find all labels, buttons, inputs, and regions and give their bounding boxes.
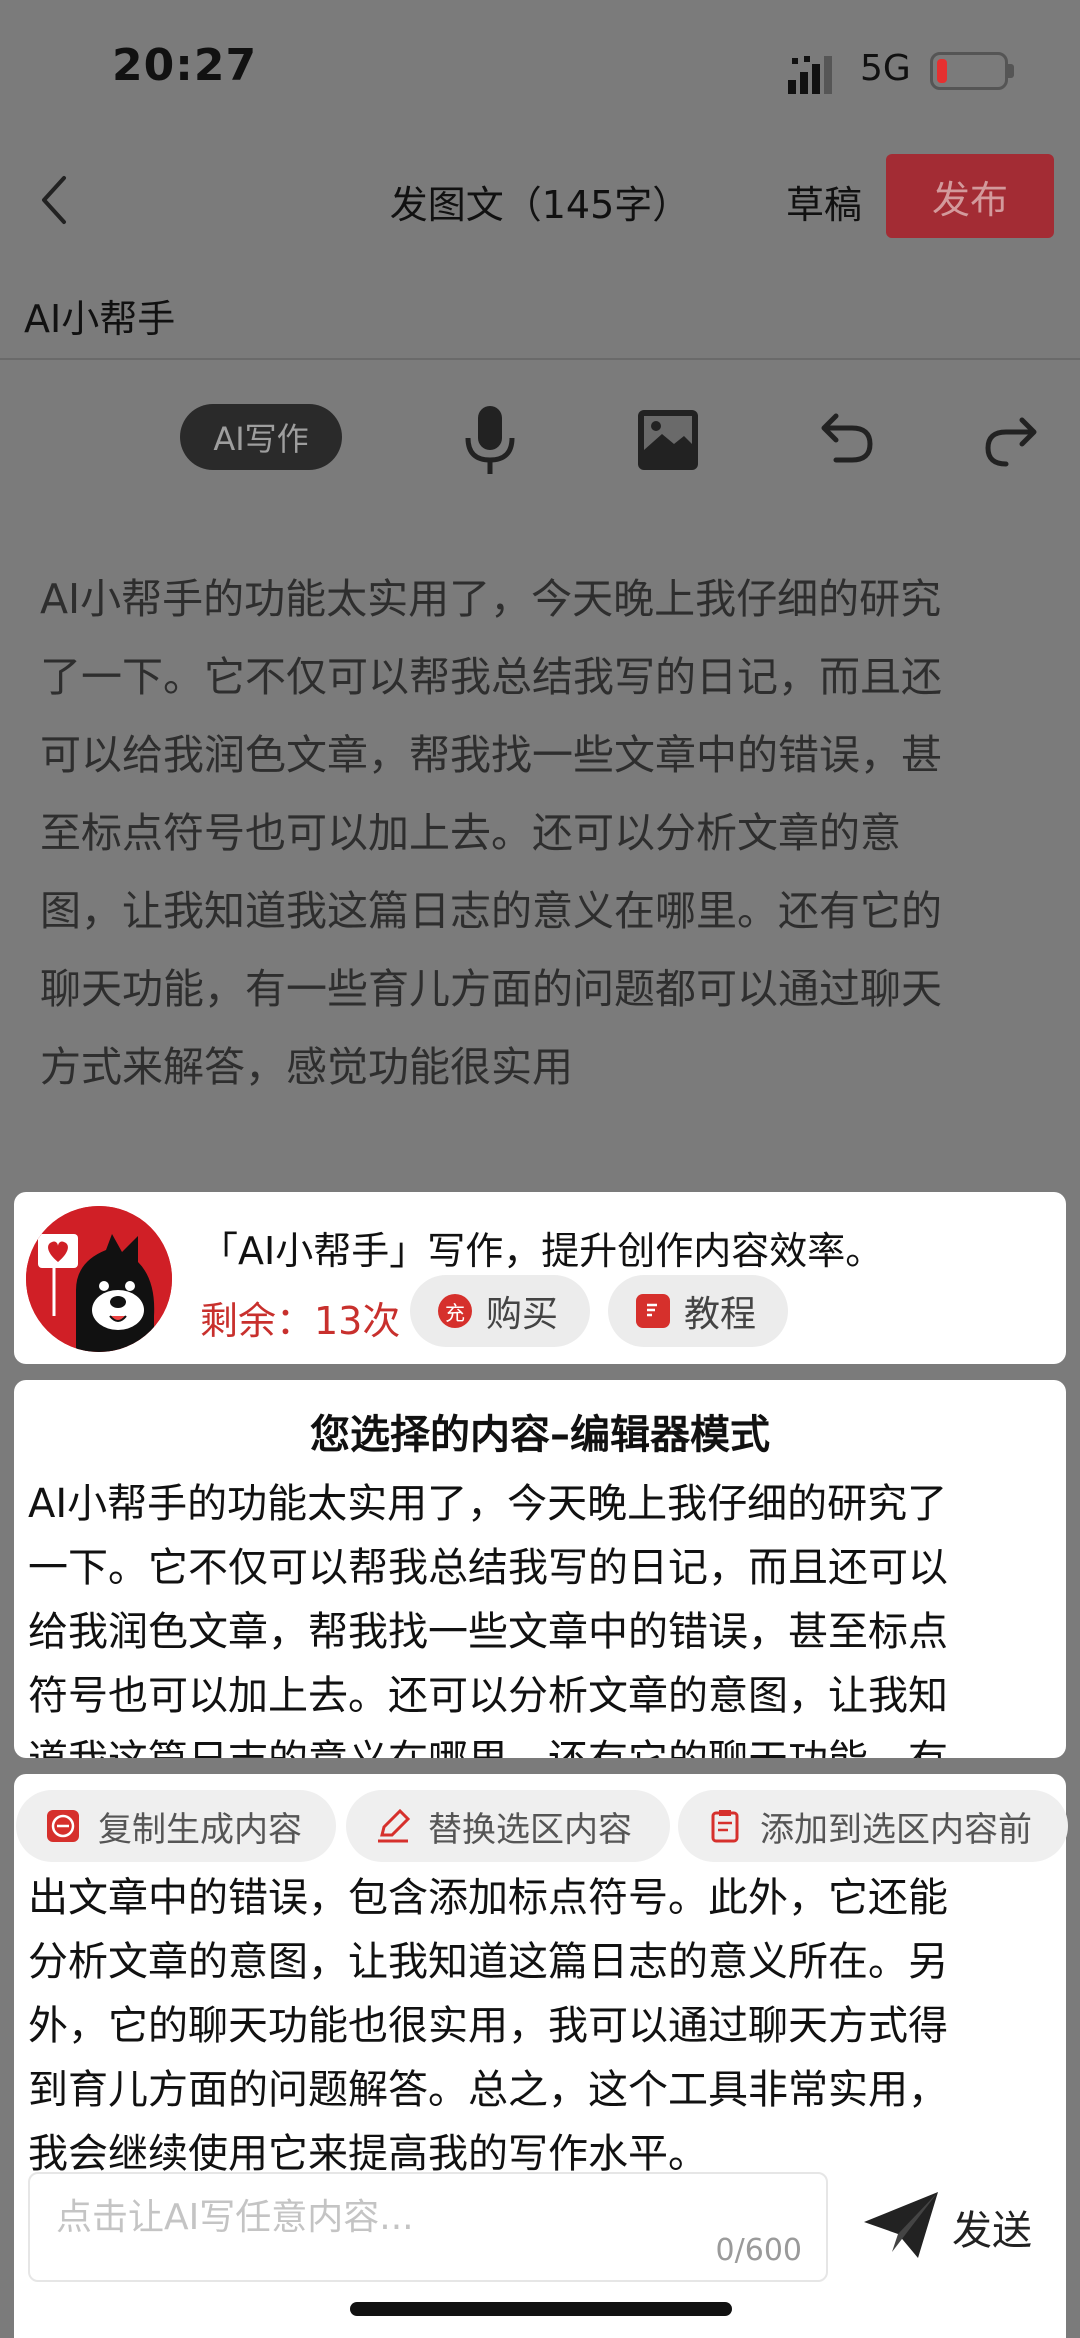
image-icon[interactable] — [636, 404, 700, 476]
selected-content-text: AI小帮手的功能太实用了，今天晚上我仔细的研究了 一下。它不仅可以帮我总结我写的… — [28, 1481, 948, 1758]
copy-generated-label: 复制生成内容 — [98, 1809, 302, 1850]
ai-prompt-input[interactable] — [54, 2196, 798, 2239]
selection-panel: 您选择的内容–编辑器模式 AI小帮手的功能太实用了，今天晚上我仔细的研究了 一下… — [14, 1380, 1066, 1758]
editor-body-text[interactable]: AI小帮手的功能太实用了，今天晚上我仔细的研究 了一下。它不仅可以帮我总结我写的… — [40, 560, 1040, 1106]
selection-panel-title: 您选择的内容–编辑器模式 — [310, 1412, 770, 1458]
char-counter: 0/600 — [715, 2233, 802, 2268]
assistant-label: AI小帮手 — [24, 297, 176, 341]
promo-headline: 「AI小帮手」写作，提升创作内容效率。 — [200, 1229, 884, 1273]
network-type: 5G — [860, 48, 911, 89]
translate-icon — [47, 1810, 79, 1842]
tutorial-icon — [636, 1294, 670, 1328]
buy-button[interactable]: 充 购买 — [410, 1275, 590, 1347]
undo-icon[interactable] — [812, 404, 876, 476]
edit-icon — [378, 1809, 410, 1843]
battery-icon — [930, 52, 1008, 90]
generated-content-text: 出文章中的错误，包含添加标点符号。此外，它还能 分析文章的意图，让我知道这篇日志… — [28, 1875, 948, 2177]
ai-prompt-box: 0/600 — [28, 2172, 828, 2282]
battery-tip — [1008, 64, 1014, 78]
buy-label: 购买 — [486, 1294, 559, 1335]
send-button[interactable]: 发送 — [952, 2198, 1032, 2256]
redo-icon[interactable] — [982, 404, 1046, 476]
tutorial-label: 教程 — [684, 1294, 757, 1335]
divider — [0, 358, 1080, 360]
recharge-icon: 充 — [438, 1294, 472, 1328]
replace-selection-button[interactable]: 替换选区内容 — [346, 1790, 670, 1862]
signal-icon — [788, 56, 832, 94]
copy-generated-button[interactable]: 复制生成内容 — [16, 1790, 336, 1862]
insert-before-label: 添加到选区内容前 — [760, 1809, 1032, 1850]
ai-write-button[interactable]: AI写作 — [180, 404, 342, 470]
microphone-icon[interactable] — [458, 404, 522, 476]
send-icon[interactable] — [862, 2190, 940, 2260]
insert-before-button[interactable]: 添加到选区内容前 — [678, 1790, 1068, 1862]
draft-button[interactable]: 草稿 — [786, 174, 862, 229]
remaining-count: 剩余：13次 — [200, 1299, 401, 1343]
status-time: 20:27 — [112, 40, 258, 91]
tutorial-button[interactable]: 教程 — [608, 1275, 788, 1347]
replace-selection-label: 替换选区内容 — [428, 1809, 632, 1850]
mascot-logo — [26, 1206, 172, 1352]
clipboard-icon — [711, 1810, 739, 1843]
publish-button[interactable]: 发布 — [886, 154, 1054, 238]
home-indicator — [350, 2302, 732, 2316]
